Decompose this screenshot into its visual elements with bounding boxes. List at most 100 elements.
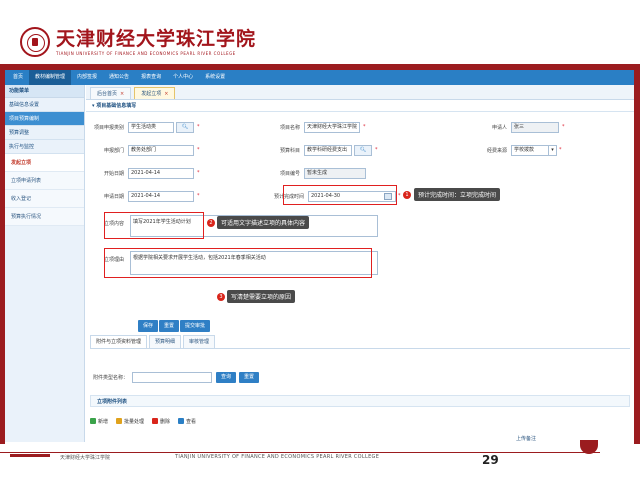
annotation-box-3 bbox=[104, 248, 372, 278]
required-mark: * bbox=[197, 193, 200, 199]
nav-item-home[interactable]: 首页 bbox=[7, 70, 29, 85]
annotation-marker-2: 2 bbox=[207, 219, 215, 227]
project-name-field[interactable]: 天津财经大学珠江学院 bbox=[304, 121, 360, 133]
project-type-search-button[interactable]: 🔍︎ bbox=[176, 121, 194, 133]
required-mark: * bbox=[559, 147, 562, 153]
sidebar: 功能菜单 基础信息设置 项目预算编制 预算调整 执行与监控 发起立项 立项申请列… bbox=[5, 85, 85, 442]
search-icon: 🔍︎ bbox=[181, 124, 189, 130]
reset-button[interactable]: 重置 bbox=[159, 320, 180, 332]
table-header-note: 上传备注 bbox=[516, 436, 537, 442]
attachment-list-title: 立项附件列表 bbox=[90, 395, 630, 407]
slide-page: 天津财经大学珠江学院 TIANJIN UNIVERSITY OF FINANCE… bbox=[0, 0, 640, 480]
apply-date-label: 申请日期 bbox=[103, 193, 124, 200]
filter-label: 附件类型名称： bbox=[92, 374, 128, 381]
main-content: 后台首页 × 发起立项 × ▾ 项目基础信息填写 项目申报类别 学生活动类 🔍︎ *… bbox=[86, 85, 634, 442]
annotation-box-2 bbox=[104, 212, 204, 239]
divider bbox=[90, 348, 630, 349]
required-mark: * bbox=[363, 124, 366, 130]
tab-home[interactable]: 后台首页 × bbox=[90, 87, 132, 99]
submit-approval-button[interactable]: 提交审批 bbox=[180, 320, 211, 332]
save-button[interactable]: 保存 bbox=[138, 320, 159, 332]
project-type-field[interactable]: 学生活动类 bbox=[128, 121, 174, 133]
dept-field[interactable]: 教务处部门 bbox=[128, 144, 194, 156]
nav-item-settings[interactable]: 系统设置 bbox=[199, 70, 231, 85]
annotation-box-1 bbox=[283, 185, 397, 205]
school-name-cn: 天津财经大学珠江学院 bbox=[56, 27, 257, 50]
filter-search-button[interactable]: 查询 bbox=[216, 371, 237, 383]
sidebar-item-income[interactable]: 收入登记 bbox=[5, 190, 84, 208]
sidebar-group-basic[interactable]: 基础信息设置 bbox=[5, 98, 84, 112]
footer-divider bbox=[0, 452, 600, 453]
sidebar-group-monitor[interactable]: 执行与监控 bbox=[5, 140, 84, 154]
sidebar-group-budget[interactable]: 项目预算编制 bbox=[5, 112, 84, 126]
sidebar-item-project-list[interactable]: 立项申请列表 bbox=[5, 172, 84, 190]
search-icon: 🔍︎ bbox=[359, 147, 367, 153]
fund-source-label: 经费来源 bbox=[486, 147, 507, 154]
tab-bar: 后台首页 × 发起立项 × bbox=[86, 85, 634, 100]
filter-reset-button[interactable]: 重置 bbox=[239, 371, 260, 383]
footer-school-cn: 天津财经大学珠江学院 bbox=[60, 455, 111, 461]
annotation-marker-3: 3 bbox=[217, 293, 225, 301]
batch-button[interactable]: 批量处理 bbox=[116, 418, 144, 425]
detail-tabs: 附件与立项资料管理 预算明细 审核管理 bbox=[90, 335, 217, 348]
view-button[interactable]: 查看 bbox=[178, 418, 196, 425]
nav-item-personal[interactable]: 个人中心 bbox=[167, 70, 199, 85]
annotation-callout-2: 可适用文字描述立项的具体内容 bbox=[217, 216, 310, 229]
sidebar-item-execution[interactable]: 预算执行情况 bbox=[5, 208, 84, 226]
budget-subject-label: 预算科目 bbox=[279, 147, 300, 154]
required-mark: * bbox=[375, 147, 378, 153]
annotation-callout-1: 预计完成时间：立项完成时间 bbox=[414, 188, 501, 201]
close-icon[interactable]: × bbox=[164, 91, 168, 97]
footer-accent bbox=[10, 454, 50, 457]
tab-start-project[interactable]: 发起立项 × bbox=[134, 87, 176, 99]
tab-review[interactable]: 审核管理 bbox=[183, 335, 216, 348]
applicant-label: 申请人 bbox=[491, 124, 507, 131]
chevron-down-icon[interactable]: ▾ bbox=[548, 145, 556, 155]
applicant-field: 张三 bbox=[511, 121, 559, 133]
delete-button[interactable]: 删除 bbox=[152, 418, 170, 425]
page-number: 29 bbox=[482, 453, 499, 467]
project-type-label: 项目申报类别 bbox=[93, 124, 124, 131]
add-button[interactable]: 新增 bbox=[90, 418, 108, 425]
close-icon[interactable]: × bbox=[120, 91, 124, 97]
batch-icon bbox=[116, 418, 123, 424]
required-mark: * bbox=[197, 147, 200, 153]
top-nav: 首页 教材编制管理 内部签报 通知公告 报表查询 个人中心 系统设置 bbox=[5, 70, 634, 85]
required-mark: * bbox=[197, 124, 200, 130]
project-code-field: 暂未生成 bbox=[304, 167, 366, 179]
plus-icon bbox=[90, 418, 96, 424]
budget-subject-search-button[interactable]: 🔍︎ bbox=[354, 144, 372, 156]
apply-date-field[interactable]: 2021-04-14 bbox=[128, 190, 194, 202]
required-mark: * bbox=[398, 193, 401, 199]
sidebar-title: 功能菜单 bbox=[5, 85, 84, 98]
annotation-callout-3: 写清楚需要立项的原因 bbox=[227, 290, 296, 303]
sidebar-item-start-project[interactable]: 发起立项 bbox=[5, 154, 84, 172]
school-seal-icon bbox=[20, 27, 50, 57]
footer-school-en: TIANJIN UNIVERSITY OF FINANCE AND ECONOM… bbox=[175, 454, 380, 460]
school-name-en: TIANJIN UNIVERSITY OF FINANCE AND ECONOM… bbox=[56, 50, 236, 56]
budget-subject-field[interactable]: 教学科研经费支出 bbox=[304, 144, 352, 156]
nav-item-internal[interactable]: 内部签报 bbox=[71, 70, 103, 85]
app-window: 首页 教材编制管理 内部签报 通知公告 报表查询 个人中心 系统设置 功能菜单 … bbox=[5, 70, 634, 442]
tab-budget-detail[interactable]: 预算明细 bbox=[149, 335, 182, 348]
slide-frame-right bbox=[634, 64, 640, 444]
project-name-label: 项目名称 bbox=[279, 124, 300, 131]
tab-attachments[interactable]: 附件与立项资料管理 bbox=[90, 335, 148, 348]
required-mark: * bbox=[197, 170, 200, 176]
nav-item-budget[interactable]: 教材编制管理 bbox=[29, 70, 72, 85]
form-section-title: ▾ 项目基础信息填写 bbox=[86, 100, 634, 112]
school-logo: 天津财经大学珠江学院 TIANJIN UNIVERSITY OF FINANCE… bbox=[20, 24, 256, 60]
project-code-label: 项目编号 bbox=[279, 170, 300, 177]
delete-icon bbox=[152, 418, 159, 424]
start-date-field[interactable]: 2021-04-14 bbox=[128, 167, 194, 179]
sidebar-group-adjust[interactable]: 预算调整 bbox=[5, 126, 84, 140]
annotation-marker-1: 1 bbox=[403, 191, 411, 199]
view-icon bbox=[178, 418, 185, 424]
nav-item-notice[interactable]: 通知公告 bbox=[103, 70, 135, 85]
nav-item-report[interactable]: 报表查询 bbox=[135, 70, 167, 85]
start-date-label: 开始日期 bbox=[103, 170, 124, 177]
required-mark: * bbox=[562, 124, 565, 130]
list-toolbar: 新增 批量处理 删除 查看 bbox=[90, 415, 204, 427]
filter-input[interactable] bbox=[132, 371, 212, 383]
dept-label: 申报部门 bbox=[103, 147, 124, 154]
